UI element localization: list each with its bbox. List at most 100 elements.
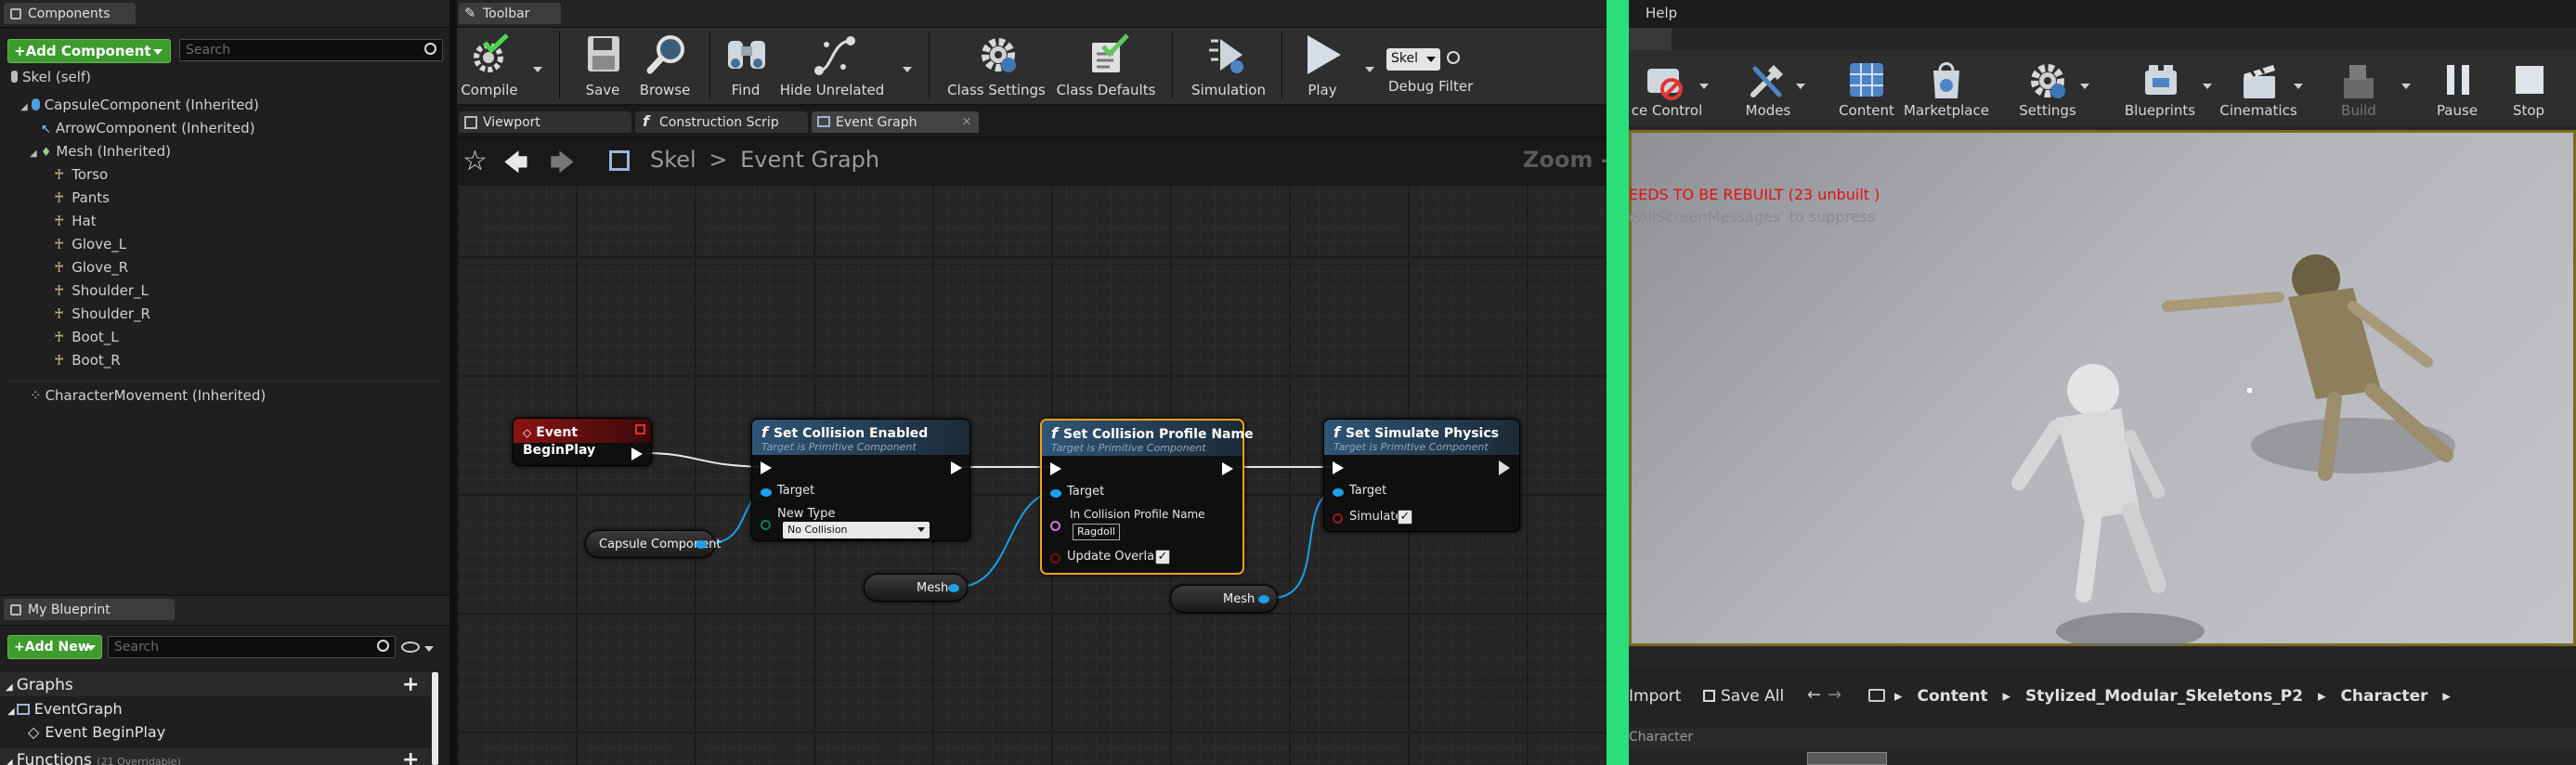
profile-name-input[interactable]: Ragdoll — [1073, 524, 1120, 540]
tree-item-boot-l[interactable]: ♰ Boot_L — [54, 329, 119, 349]
tree-item-glove-l[interactable]: ♰ Glove_L — [54, 236, 126, 256]
exec-out-pin[interactable] — [1222, 462, 1233, 475]
path-item-character[interactable]: Character — [2340, 687, 2427, 706]
set-simulate-physics-node[interactable]: f Set Simulate Physics Target is Primitiv… — [1323, 419, 1520, 532]
cinematics-button[interactable]: Cinematics — [2214, 54, 2303, 123]
name-pin[interactable] — [1050, 521, 1060, 531]
path-item-content[interactable]: Content — [1917, 687, 1987, 706]
source-control-chevron-icon[interactable] — [1699, 84, 1709, 89]
exec-out-pin[interactable] — [951, 461, 962, 474]
class-defaults-button[interactable]: Class Defaults — [1053, 28, 1159, 102]
target-pin[interactable] — [1333, 488, 1344, 497]
compile-options-chevron-icon[interactable] — [533, 67, 542, 72]
settings-chevron-icon[interactable] — [2080, 84, 2089, 89]
components-tab[interactable]: Components — [4, 3, 136, 24]
mesh-variable-node[interactable]: Mesh — [1170, 585, 1278, 613]
debug-filter-select[interactable]: Skel — [1386, 48, 1440, 71]
modes-chevron-icon[interactable] — [1796, 84, 1805, 89]
blueprints-chevron-icon[interactable] — [2203, 84, 2212, 89]
tree-item-self[interactable]: Skel (self) — [11, 69, 91, 89]
my-blueprint-scrollbar[interactable] — [432, 672, 438, 765]
exec-in-pin[interactable] — [761, 461, 772, 474]
pause-button[interactable]: Pause — [2427, 54, 2487, 123]
menu-help[interactable]: Help — [1646, 5, 1677, 21]
components-search-input[interactable]: Search — [179, 39, 443, 61]
tab-construction-script[interactable]: f Construction Scrip — [635, 111, 808, 133]
asset-thumbnail[interactable] — [1807, 752, 1887, 765]
output-pin[interactable] — [696, 540, 707, 549]
path-item-folder[interactable]: Stylized_Modular_Skeletons_P2 — [2025, 687, 2303, 706]
graphs-section-header[interactable]: ◢ Graphs + — [0, 672, 431, 696]
event-begin-play-node[interactable]: ◇ Event BeginPlay — [513, 418, 652, 466]
exec-out-pin[interactable] — [631, 447, 643, 460]
new-type-select[interactable]: No Collision — [783, 522, 930, 538]
content-button[interactable]: Content — [1829, 54, 1904, 123]
exec-in-pin[interactable] — [1050, 462, 1061, 475]
functions-section-header[interactable]: ◢ Functions (21 Overridable) + — [0, 748, 431, 765]
save-all-button[interactable]: Save All — [1703, 687, 1784, 706]
set-collision-profile-name-node[interactable]: f Set Collision Profile Name Target is Pr… — [1040, 419, 1254, 575]
history-back-icon[interactable]: ← — [1807, 685, 1821, 705]
build-button[interactable]: Build — [2322, 54, 2396, 123]
capsule-component-variable-node[interactable]: Capsule Component — [585, 530, 722, 558]
mesh-variable-node[interactable]: Mesh — [864, 574, 968, 602]
output-pin[interactable] — [1258, 595, 1269, 603]
tree-item-pants[interactable]: ♰ Pants — [54, 189, 110, 210]
hide-unrelated-chevron-icon[interactable] — [903, 67, 912, 72]
event-graph-item[interactable]: ◢ EventGraph — [7, 700, 123, 718]
play-options-chevron-icon[interactable] — [1365, 67, 1374, 72]
event-begin-play-item[interactable]: ◇ Event BeginPlay — [28, 723, 165, 741]
save-button[interactable]: Save — [570, 28, 635, 102]
close-icon[interactable]: ✕ — [962, 115, 971, 128]
simulate-checkbox[interactable]: ✓ — [1398, 510, 1412, 525]
set-collision-enabled-node[interactable]: f Set Collision Enabled Target is Primiti… — [751, 419, 970, 541]
marketplace-button[interactable]: Marketplace — [1900, 54, 1993, 123]
browse-button[interactable]: Browse — [633, 28, 696, 102]
play-button[interactable]: Play — [1293, 28, 1352, 102]
target-pin[interactable] — [1050, 489, 1061, 498]
tree-item-hat[interactable]: ♰ Hat — [54, 213, 97, 233]
settings-button[interactable]: Settings — [2006, 54, 2089, 123]
target-pin[interactable] — [761, 488, 772, 497]
tree-item-glove-r[interactable]: ♰ Glove_R — [54, 259, 128, 279]
bool-pin[interactable] — [1333, 513, 1343, 524]
add-new-button[interactable]: +Add New — [7, 635, 102, 659]
left-splitter[interactable] — [449, 0, 457, 765]
visibility-eye-icon[interactable] — [401, 642, 420, 653]
exec-in-pin[interactable] — [1333, 461, 1344, 474]
add-graph-plus-icon[interactable]: + — [402, 673, 419, 696]
find-button[interactable]: Find — [719, 28, 773, 102]
stop-button[interactable]: Stop — [2496, 54, 2561, 123]
tree-item-torso[interactable]: ♰ Torso — [54, 166, 108, 187]
simulation-button[interactable]: Simulation — [1181, 28, 1276, 102]
toolbar-tab[interactable]: ✎ Toolbar — [459, 3, 561, 24]
bool-pin[interactable] — [1050, 553, 1060, 564]
my-blueprint-tab[interactable]: My Blueprint — [4, 599, 175, 620]
source-control-button[interactable]: ce Control — [1629, 54, 1705, 123]
modes-button[interactable]: Modes — [1731, 54, 1805, 123]
my-blueprint-search-input[interactable]: Search — [108, 636, 396, 658]
cinematics-chevron-icon[interactable] — [2294, 84, 2303, 89]
import-button[interactable]: Import — [1629, 687, 1681, 706]
tree-item-character-movement[interactable]: ⁘ CharacterMovement (Inherited) — [30, 387, 266, 408]
class-settings-button[interactable]: Class Settings — [943, 28, 1049, 102]
build-chevron-icon[interactable] — [2401, 84, 2411, 89]
tree-item-mesh[interactable]: ◢ ♦ Mesh (Inherited) — [30, 143, 171, 163]
tree-item-shoulder-r[interactable]: ♰ Shoulder_R — [54, 305, 150, 326]
add-function-plus-icon[interactable]: + — [402, 748, 419, 765]
blueprints-button[interactable]: Blueprints — [2115, 54, 2205, 123]
debug-filter-search-icon[interactable] — [1447, 51, 1460, 64]
hide-unrelated-button[interactable]: Hide Unrelated — [776, 28, 888, 102]
add-component-button[interactable]: +Add Component — [7, 39, 171, 63]
tree-item-capsule[interactable]: ◢ CapsuleComponent (Inherited) — [20, 97, 259, 117]
level-viewport[interactable]: EEDS TO BE REBUILT (23 unbuilt ) eAllScr… — [1629, 130, 2576, 646]
history-forward-icon[interactable]: → — [1828, 685, 1841, 705]
exec-out-pin[interactable] — [1499, 460, 1510, 475]
tab-viewport[interactable]: Viewport — [459, 111, 631, 133]
enum-pin[interactable] — [761, 520, 771, 530]
compile-button[interactable]: Compile — [459, 28, 520, 102]
tree-item-arrow[interactable]: ↖ ArrowComponent (Inherited) — [41, 120, 255, 140]
tree-item-boot-r[interactable]: ♰ Boot_R — [54, 352, 121, 372]
update-overlaps-checkbox[interactable]: ✓ — [1155, 550, 1170, 564]
delegate-pin-icon[interactable] — [635, 424, 645, 434]
